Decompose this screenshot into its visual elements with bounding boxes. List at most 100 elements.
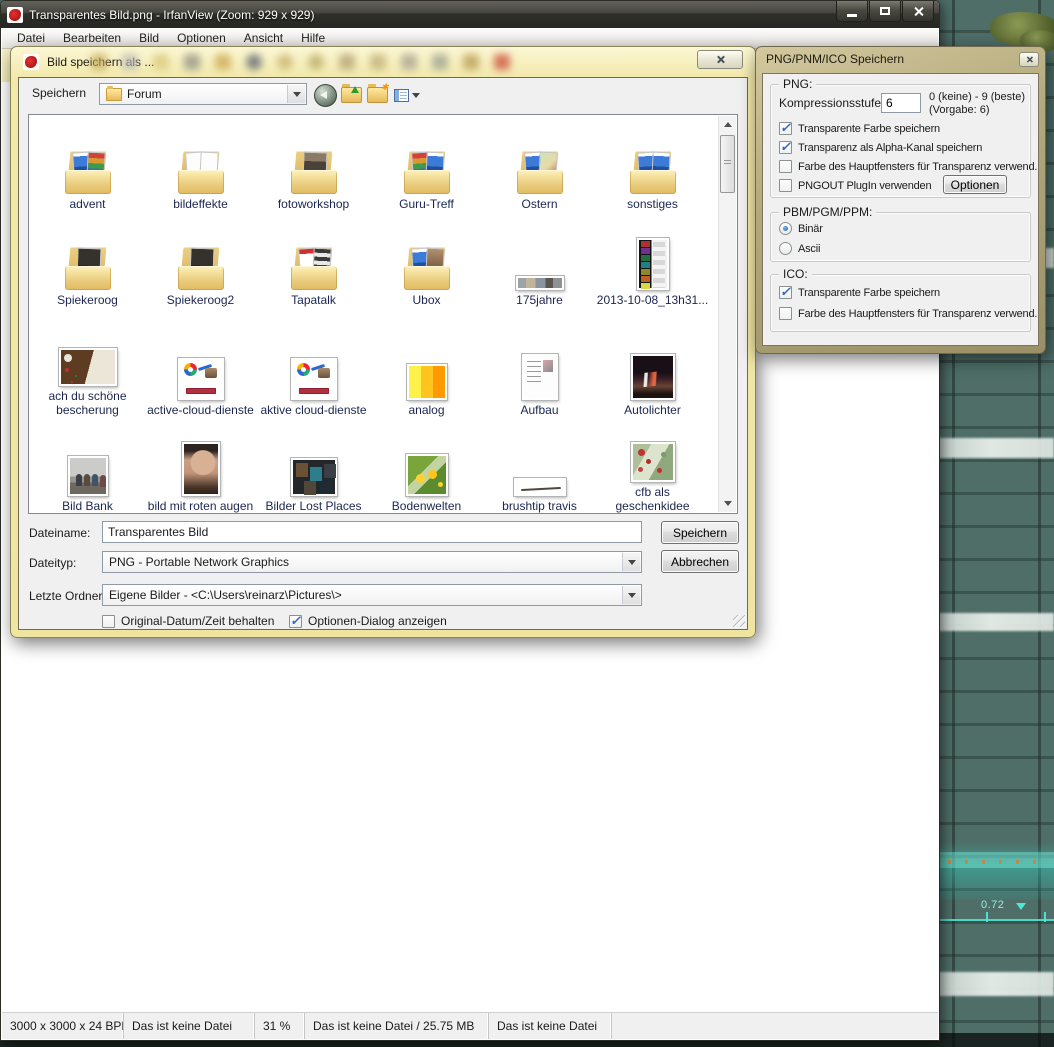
file-label: cfb als geschenkidee xyxy=(597,485,709,513)
location-value: Forum xyxy=(127,87,162,101)
maximize-icon xyxy=(880,7,890,15)
ico-group-label: ICO: xyxy=(779,267,812,281)
file-item[interactable]: Spiekeroog xyxy=(31,213,144,309)
file-item[interactable]: brushtip travis xyxy=(483,419,596,514)
lastfolder-combobox[interactable]: Eigene Bilder - <C:\Users\reinarz\Pictur… xyxy=(102,584,642,606)
image-thumbnail xyxy=(182,442,220,496)
minimize-icon xyxy=(847,14,857,17)
menu-hilfe[interactable]: Hilfe xyxy=(292,29,334,47)
png-alpha-checkbox[interactable]: Transparenz als Alpha-Kanal speichern xyxy=(779,141,982,154)
back-button[interactable] xyxy=(313,83,337,107)
combo-arrow[interactable] xyxy=(287,85,305,103)
file-item[interactable]: Bild Bank xyxy=(31,419,144,514)
file-item[interactable]: aktive cloud-dienste xyxy=(257,309,370,419)
file-item[interactable]: Autolichter xyxy=(596,309,709,419)
maximize-button[interactable] xyxy=(869,1,901,22)
filename-input[interactable] xyxy=(102,521,642,543)
cancel-button[interactable]: Abbrechen xyxy=(661,550,739,573)
irfanview-app-icon xyxy=(7,7,23,23)
save-dialog-close-button[interactable] xyxy=(697,50,743,69)
png-mainwindow-color-checkbox[interactable]: Farbe des Hauptfensters für Transparenz … xyxy=(779,160,1037,173)
compression-input[interactable] xyxy=(881,93,921,113)
file-item[interactable]: Spiekeroog2 xyxy=(144,213,257,309)
file-item[interactable]: sonstiges xyxy=(596,119,709,213)
combo-arrow[interactable] xyxy=(622,586,640,604)
radio-label: Binär xyxy=(798,223,823,235)
lastfolder-value: Eigene Bilder - <C:\Users\reinarz\Pictur… xyxy=(109,588,342,602)
binary-radio[interactable]: Binär xyxy=(779,222,823,235)
pbm-group-label: PBM/PGM/PPM: xyxy=(779,205,876,219)
image-thumbnail xyxy=(631,354,675,400)
file-item[interactable]: bild mit roten augen xyxy=(144,419,257,514)
keep-date-checkbox[interactable]: Original-Datum/Zeit behalten xyxy=(102,614,274,628)
menu-optionen[interactable]: Optionen xyxy=(168,29,235,47)
pngout-plugin-checkbox[interactable]: PNGOUT PlugIn verwenden xyxy=(779,179,931,192)
ico-mainwindow-color-checkbox[interactable]: Farbe des Hauptfensters für Transparenz … xyxy=(779,307,1037,320)
lastfolder-label: Letzte Ordner: xyxy=(29,589,106,603)
scroll-up-button[interactable] xyxy=(719,116,736,133)
chevron-down-icon xyxy=(293,92,301,97)
checkbox-icon xyxy=(779,307,792,320)
pngout-options-button[interactable]: Optionen xyxy=(943,175,1007,194)
file-item[interactable]: Tapatalk xyxy=(257,213,370,309)
view-menu-button[interactable] xyxy=(391,83,423,107)
folder-icon xyxy=(291,246,337,290)
folder-up-icon xyxy=(341,87,362,103)
resize-grip[interactable] xyxy=(733,615,745,627)
arrow-up-icon xyxy=(724,122,732,127)
checkbox-label: Transparente Farbe speichern xyxy=(798,123,940,135)
status-dimensions: 3000 x 3000 x 24 BPP xyxy=(2,1013,124,1039)
combo-arrow[interactable] xyxy=(622,553,640,571)
file-item[interactable]: active-cloud-dienste xyxy=(144,309,257,419)
ico-transparent-checkbox[interactable]: Transparente Farbe speichern xyxy=(779,286,940,299)
file-item[interactable]: cfb als geschenkidee xyxy=(596,419,709,514)
png-dialog-close-button[interactable] xyxy=(1019,52,1039,67)
compression-hint-1: 0 (keine) - 9 (beste) xyxy=(929,91,1025,104)
file-list[interactable]: advent bildeffekte fotoworkshop Guru-Tre… xyxy=(28,114,738,514)
up-one-level-button[interactable] xyxy=(339,83,363,107)
ico-group: ICO: Transparente Farbe speichern Farbe … xyxy=(770,274,1031,332)
menu-datei[interactable]: Datei xyxy=(8,29,54,47)
menu-bearbeiten[interactable]: Bearbeiten xyxy=(54,29,130,47)
save-button[interactable]: Speichern xyxy=(661,521,739,544)
file-item[interactable]: Ubox xyxy=(370,213,483,309)
location-combobox[interactable]: Forum xyxy=(99,83,307,105)
background-light-streak xyxy=(938,438,1054,458)
new-folder-button[interactable] xyxy=(365,83,389,107)
filetype-value: PNG - Portable Network Graphics xyxy=(109,555,289,569)
file-item[interactable]: Bilder Lost Places xyxy=(257,419,370,514)
file-item[interactable]: Ostern xyxy=(483,119,596,213)
png-transparent-checkbox[interactable]: Transparente Farbe speichern xyxy=(779,122,940,135)
file-item[interactable]: 175jahre xyxy=(483,213,596,309)
file-item[interactable]: Guru-Treff xyxy=(370,119,483,213)
file-item[interactable]: analog xyxy=(370,309,483,419)
filetype-combobox[interactable]: PNG - Portable Network Graphics xyxy=(102,551,642,573)
close-button[interactable] xyxy=(902,1,934,22)
menu-ansicht[interactable]: Ansicht xyxy=(235,29,292,47)
checkbox-label: Transparenz als Alpha-Kanal speichern xyxy=(798,142,982,154)
file-item[interactable]: ach du schöne bescherung xyxy=(31,309,144,419)
file-item[interactable]: fotoworkshop xyxy=(257,119,370,213)
file-item[interactable]: bildeffekte xyxy=(144,119,257,213)
window-titlebar[interactable]: Transparentes Bild.png - IrfanView (Zoom… xyxy=(1,1,939,28)
image-thumbnail xyxy=(631,442,675,482)
scrollbar-thumb[interactable] xyxy=(720,135,735,193)
file-list-scrollbar[interactable] xyxy=(718,116,736,512)
save-dialog-titlebar[interactable]: Bild speichern als ... xyxy=(11,47,755,77)
ascii-radio[interactable]: Ascii xyxy=(779,242,820,255)
scroll-down-button[interactable] xyxy=(719,495,736,512)
file-item[interactable]: 2013-10-08_13h31... xyxy=(596,213,709,309)
file-label: Bild Bank xyxy=(62,499,113,513)
png-dialog-title[interactable]: PNG/PNM/ICO Speichern xyxy=(766,52,904,66)
file-item[interactable]: Aufbau xyxy=(483,309,596,419)
minimize-button[interactable] xyxy=(836,1,868,22)
file-item[interactable]: Bodenwelten xyxy=(370,419,483,514)
new-folder-icon xyxy=(367,87,388,103)
show-options-checkbox[interactable]: Optionen-Dialog anzeigen xyxy=(289,614,447,628)
file-item[interactable]: advent xyxy=(31,119,144,213)
file-label: aktive cloud-dienste xyxy=(260,403,366,417)
compression-hint-2: (Vorgabe: 6) xyxy=(929,104,990,117)
checkbox-label: Original-Datum/Zeit behalten xyxy=(121,614,274,628)
menu-bild[interactable]: Bild xyxy=(130,29,168,47)
blurred-toolbar-icons xyxy=(91,54,510,72)
